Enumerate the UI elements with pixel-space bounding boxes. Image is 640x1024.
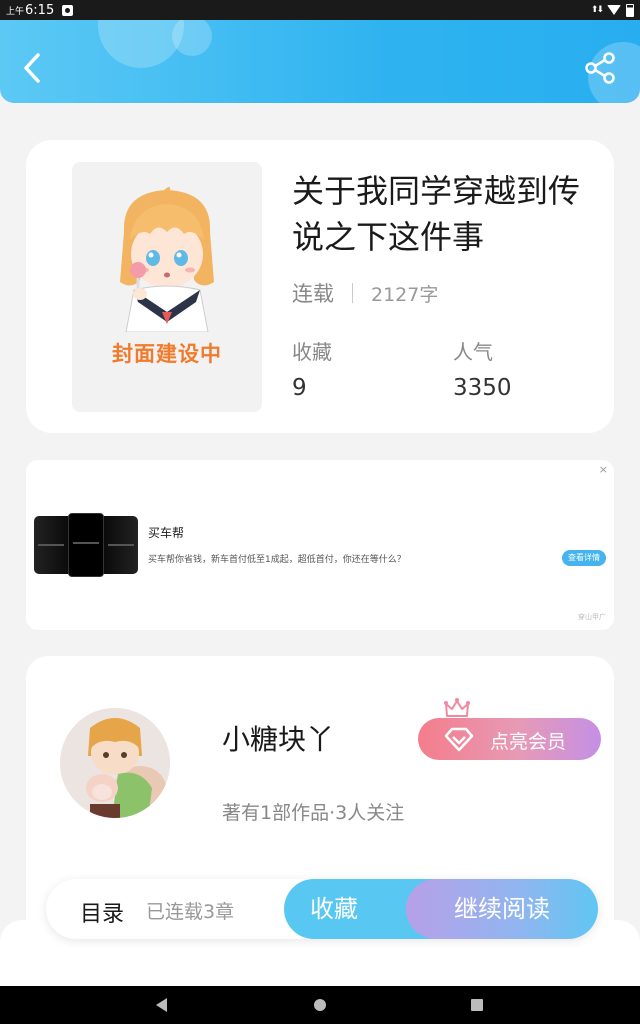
notification-icon bbox=[62, 4, 74, 16]
book-meta: 连载 2127字 bbox=[292, 278, 438, 308]
back-arrow-icon bbox=[24, 53, 40, 83]
nav-recent-icon[interactable] bbox=[471, 999, 483, 1011]
crown-icon bbox=[444, 698, 470, 717]
popularity-label: 人气 bbox=[453, 340, 493, 364]
diamond-icon bbox=[444, 727, 474, 752]
book-info-card: 封面建设中 关于我同学穿越到传说之下这件事 连载 2127字 收藏 9 人气 3… bbox=[26, 140, 614, 433]
back-button[interactable] bbox=[18, 50, 48, 86]
book-cover[interactable]: 封面建设中 bbox=[72, 162, 262, 412]
vip-button-label: 点亮会员 bbox=[490, 731, 567, 753]
ad-thumbnails bbox=[34, 513, 138, 577]
popularity-stat: 人气 3350 bbox=[453, 336, 512, 401]
battery-icon bbox=[626, 3, 634, 17]
ad-banner[interactable]: × 买车帮 买车帮你省钱，新车首付低至1成起，超低首付，你还在等什么？ 查看详情… bbox=[26, 460, 614, 630]
ad-details-button[interactable]: 查看详情 bbox=[562, 550, 606, 566]
share-icon bbox=[585, 52, 615, 84]
avatar-illustration bbox=[60, 708, 170, 818]
ad-source: 穿山甲广 bbox=[578, 613, 606, 621]
nav-back-icon[interactable] bbox=[156, 998, 167, 1012]
bottom-action-bar: 目录 已连载3章 收藏 继续阅读 bbox=[46, 879, 598, 939]
popularity-value: 3350 bbox=[453, 375, 512, 401]
ad-thumbnail bbox=[104, 516, 138, 574]
author-stats: 著有1部作品·3人关注 bbox=[222, 802, 405, 824]
share-button[interactable] bbox=[582, 50, 618, 86]
favorites-stat: 收藏 9 bbox=[292, 336, 332, 401]
toc-button[interactable]: 目录 bbox=[80, 896, 124, 928]
ad-description: 买车帮你省钱，新车首付低至1成起，超低首付，你还在等什么？ bbox=[148, 555, 406, 565]
decorative-bubble bbox=[172, 20, 212, 56]
author-avatar[interactable] bbox=[60, 708, 170, 818]
meta-divider bbox=[352, 283, 353, 303]
book-status: 连载 bbox=[292, 282, 334, 306]
ad-close-icon[interactable]: × bbox=[599, 463, 608, 476]
book-title: 关于我同学穿越到传说之下这件事 bbox=[292, 172, 581, 256]
cover-illustration bbox=[120, 186, 214, 333]
vip-button[interactable]: 点亮会员 bbox=[418, 718, 601, 760]
author-name[interactable]: 小糖块丫 bbox=[222, 718, 334, 758]
cover-text: 封面建设中 bbox=[112, 342, 222, 366]
continue-reading-button[interactable]: 继续阅读 bbox=[406, 879, 598, 939]
ad-thumbnail bbox=[34, 516, 68, 574]
data-arrows-icon: ⬆⬇ bbox=[590, 5, 604, 15]
book-word-count: 2127字 bbox=[371, 283, 439, 306]
header bbox=[0, 20, 640, 103]
ad-title: 买车帮 bbox=[148, 526, 185, 540]
system-nav-bar bbox=[0, 986, 640, 1024]
favorites-value: 9 bbox=[292, 375, 307, 401]
status-time: 上午6:15 bbox=[6, 2, 55, 18]
favorites-label: 收藏 bbox=[292, 340, 332, 364]
decorative-bubble bbox=[98, 20, 184, 68]
wifi-icon bbox=[607, 5, 621, 15]
chapter-count: 已连载3章 bbox=[146, 901, 235, 923]
nav-home-icon[interactable] bbox=[314, 999, 326, 1011]
ad-thumbnail bbox=[68, 513, 104, 577]
status-bar: 上午6:15 ⬆⬇ bbox=[0, 0, 640, 20]
